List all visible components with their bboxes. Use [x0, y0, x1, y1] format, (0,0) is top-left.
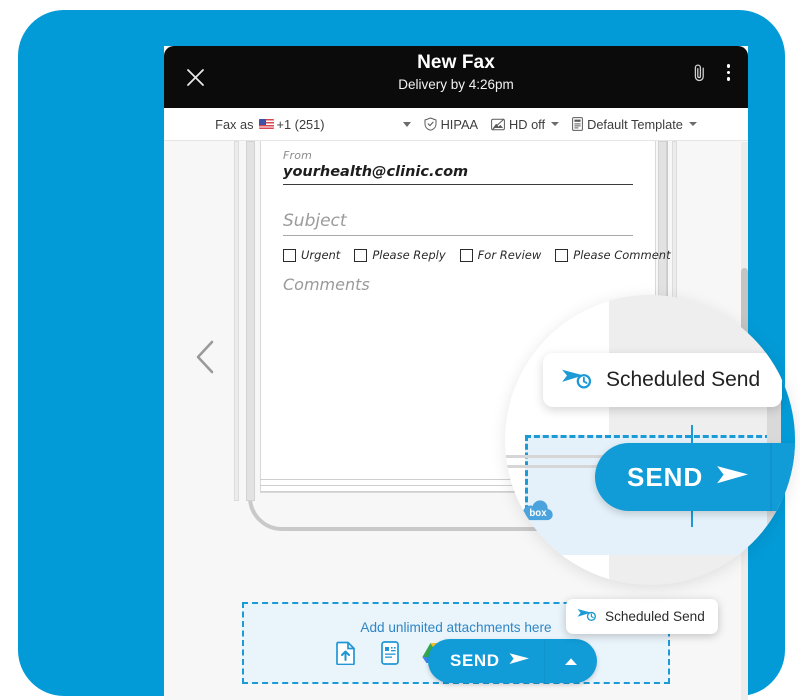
send-options-toggle[interactable]: [545, 639, 597, 683]
hd-selector[interactable]: HD off: [491, 116, 560, 132]
magnified-scrollbar: [767, 295, 781, 585]
checkbox-box-icon: [459, 248, 473, 262]
checkbox-urgent[interactable]: Urgent: [283, 248, 340, 262]
upload-file-icon[interactable]: [333, 640, 359, 666]
checkbox-label: For Review: [477, 248, 542, 262]
paper-plane-icon: [716, 461, 750, 493]
svg-text:box: box: [529, 508, 547, 519]
checkbox-label: Urgent: [301, 248, 341, 262]
checkbox-label: Please Reply: [372, 248, 446, 262]
scheduled-send-icon: [561, 365, 593, 395]
page-margin-left: [0, 0, 18, 700]
checkbox-row: Urgent Please Reply For Review Please Co…: [283, 248, 671, 262]
us-flag-icon: [258, 119, 274, 129]
page-margin-top: [0, 0, 800, 10]
magnified-send-label: SEND: [627, 461, 704, 492]
from-value[interactable]: yourhealth@clinic.com: [283, 164, 633, 180]
from-underline: [283, 184, 633, 185]
checkbox-box-icon: [354, 248, 368, 262]
kebab-menu-icon: [721, 62, 737, 83]
checkbox-box-icon: [555, 248, 569, 262]
magnified-box-icon: box: [521, 495, 555, 523]
send-label: SEND: [450, 651, 500, 670]
attachment-hint: Add unlimited attachments here: [360, 620, 552, 635]
fax-as-number: +1 (251): [276, 116, 325, 132]
subject-input[interactable]: Subject: [283, 211, 633, 231]
header-titles: New Fax Delivery by 4:26pm: [164, 52, 748, 94]
magnifier-content: box Scheduled Send SEND: [505, 295, 795, 585]
magnified-send-options-toggle: [772, 443, 795, 511]
send-primary-action[interactable]: SEND: [428, 639, 544, 683]
shield-check-icon: [424, 117, 437, 131]
magnified-send-primary: SEND: [595, 443, 770, 511]
send-button-group: SEND: [428, 639, 598, 683]
magnified-blue-panel: [781, 295, 795, 585]
carousel-prev-button[interactable]: [192, 337, 226, 377]
send-button-divider: [543, 639, 546, 683]
hipaa-toggle[interactable]: HIPAA: [424, 117, 478, 132]
magnified-tooltip-label: Scheduled Send: [606, 368, 761, 391]
header-actions: [692, 62, 737, 83]
scheduled-send-icon: [577, 606, 597, 627]
paperclip-icon: [694, 64, 704, 81]
comments-input[interactable]: Comments: [283, 275, 633, 294]
paper-plane-icon: [509, 650, 530, 672]
page-title: New Fax: [417, 52, 495, 73]
fax-as-label: Fax as: [215, 116, 254, 132]
page-stack-far-left: [234, 141, 239, 501]
close-x-icon: [186, 68, 204, 86]
chevron-up-icon: [565, 657, 578, 665]
magnified-scheduled-send-tooltip: Scheduled Send: [543, 353, 783, 407]
hd-label: HD off: [509, 116, 546, 132]
document-template-icon: [572, 117, 583, 131]
chevron-left-icon: [196, 340, 214, 374]
scheduled-send-tooltip-label: Scheduled Send: [605, 609, 705, 624]
template-label: Default Template: [587, 116, 683, 132]
magnified-guide-line-top: [691, 425, 693, 445]
checkbox-label: Please Comment: [573, 248, 671, 262]
delivery-subtitle: Delivery by 4:26pm: [398, 77, 514, 92]
send-button[interactable]: SEND: [428, 639, 598, 683]
magnified-send-button: SEND: [595, 443, 795, 511]
scan-device-icon[interactable]: [377, 640, 403, 666]
checkbox-please-comment[interactable]: Please Comment: [555, 248, 671, 262]
app-header: New Fax Delivery by 4:26pm: [164, 46, 748, 108]
hd-image-icon: [491, 118, 505, 131]
magnifier-lens: box Scheduled Send SEND: [505, 295, 795, 585]
checkbox-box-icon: [283, 248, 296, 262]
from-label: From: [283, 149, 313, 162]
magnified-send-divider: [770, 443, 773, 511]
magnified-guide-line-bottom: [691, 511, 693, 527]
screenshot-root: New Fax Delivery by 4:26pm Fax as +1 (25…: [0, 0, 800, 700]
fax-as-selector[interactable]: Fax as +1 (251): [215, 116, 411, 132]
checkbox-for-review[interactable]: For Review: [459, 248, 542, 262]
checkbox-please-reply[interactable]: Please Reply: [354, 248, 446, 262]
hipaa-label: HIPAA: [440, 116, 479, 132]
overflow-menu-button[interactable]: [721, 62, 737, 83]
options-bar: Fax as +1 (251) HIPAA HD off Default Tem…: [164, 108, 748, 141]
page-stack-left: [246, 141, 255, 501]
template-selector[interactable]: Default Template: [572, 117, 697, 132]
attach-button[interactable]: [692, 63, 707, 82]
chevron-down-icon: [551, 122, 560, 126]
chevron-down-icon: [402, 121, 411, 127]
chevron-down-icon: [688, 122, 697, 126]
subject-underline: [283, 235, 633, 236]
close-button[interactable]: [178, 60, 212, 94]
scheduled-send-tooltip: Scheduled Send: [566, 599, 718, 634]
